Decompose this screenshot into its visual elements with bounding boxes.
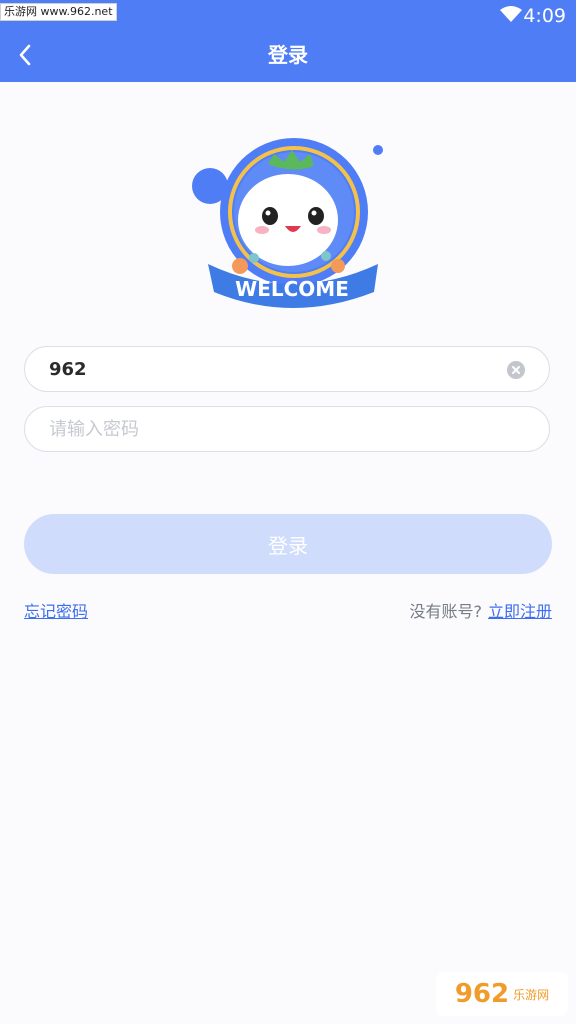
forgot-password-link[interactable]: 忘记密码 — [24, 598, 88, 622]
watermark-sub: 乐游网 — [513, 987, 550, 1002]
close-icon — [512, 366, 520, 374]
watermark-text: 962 — [454, 979, 510, 1009]
username-input[interactable] — [49, 347, 489, 391]
clear-input-button[interactable] — [507, 361, 525, 379]
watermark-logo: 962 乐游网 — [436, 972, 568, 1016]
page-title: 登录 — [268, 43, 308, 67]
welcome-banner-text: WELCOME — [235, 277, 349, 301]
welcome-mascot-logo: WELCOME — [192, 138, 383, 308]
username-field — [24, 346, 550, 392]
watermark-badge: 乐游网 www.962.net — [0, 3, 117, 21]
no-account-text: 没有账号? — [409, 602, 482, 621]
login-button[interactable]: 登录 — [24, 514, 552, 574]
wifi-icon — [500, 6, 522, 22]
login-screen: 乐游网 www.962.net 4:09 登录 WELCOME 962 登录 忘… — [0, 0, 576, 1024]
register-row: 没有账号? 立即注册 — [409, 598, 552, 622]
password-input[interactable] — [49, 407, 489, 451]
register-link[interactable]: 立即注册 — [488, 602, 552, 621]
password-field — [24, 406, 550, 452]
top-app-bar: 乐游网 www.962.net 4:09 登录 — [0, 0, 576, 82]
status-clock: 4:09 — [523, 5, 566, 27]
